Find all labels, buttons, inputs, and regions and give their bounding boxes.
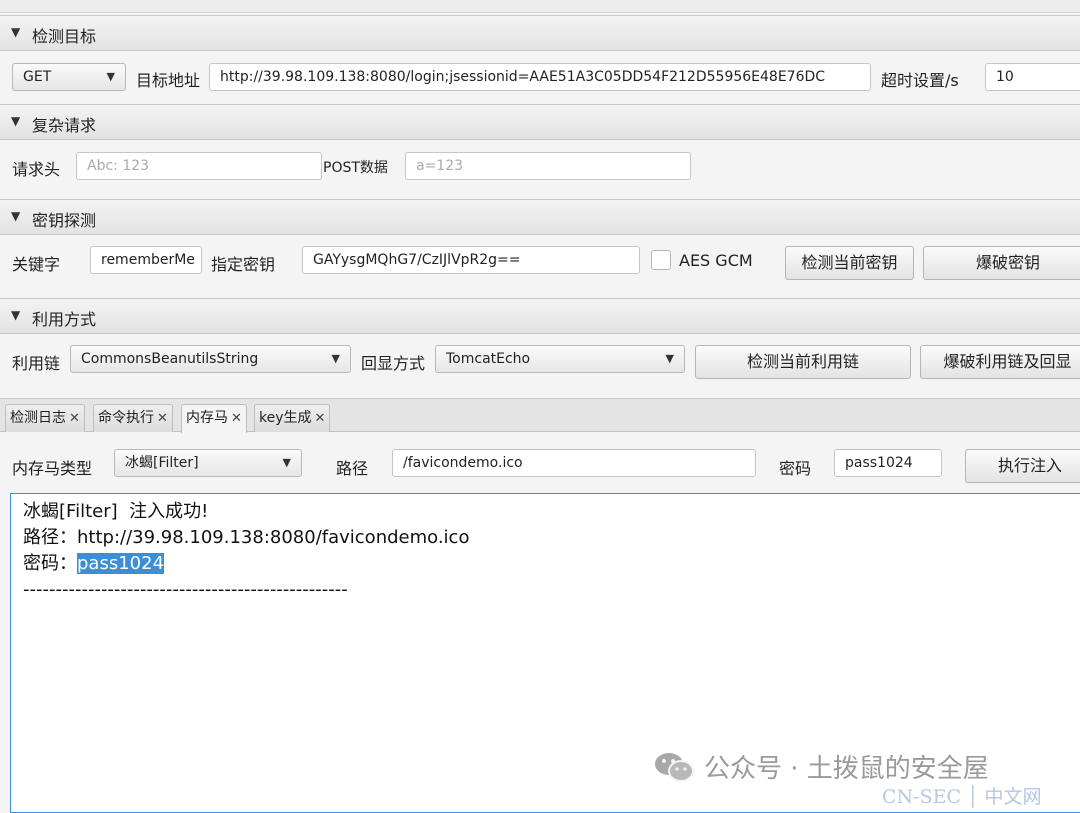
section-header-complex[interactable]: ▼ 复杂请求	[0, 104, 1080, 140]
section-title: 检测目标	[32, 27, 97, 46]
tab-memshell[interactable]: 内存马 ✕	[181, 404, 247, 433]
collapse-arrow-icon: ▼	[11, 308, 21, 322]
chain-select[interactable]: CommonsBeanutilsString ▼	[70, 345, 351, 373]
timeout-input[interactable]: 10	[985, 63, 1080, 91]
key-label: 指定密钥	[211, 255, 276, 274]
chain-value: CommonsBeanutilsString	[81, 351, 259, 367]
tab-bar: 检测日志 ✕ 命令执行 ✕ 内存马 ✕ key生成 ✕	[0, 398, 1080, 433]
tab-label: 检测日志	[10, 410, 66, 426]
section-title: 密钥探测	[32, 211, 97, 230]
tab-detect-log[interactable]: 检测日志 ✕	[5, 404, 85, 432]
collapse-arrow-icon: ▼	[11, 114, 21, 128]
chevron-down-icon: ▼	[331, 352, 340, 365]
wechat-icon	[655, 753, 694, 782]
section-header-target[interactable]: ▼ 检测目标	[0, 15, 1080, 51]
close-icon[interactable]: ✕	[315, 411, 326, 426]
keyword-input[interactable]: rememberMe	[90, 246, 202, 274]
path-input[interactable]: /favicondemo.ico	[392, 449, 756, 477]
chevron-down-icon: ▼	[106, 70, 115, 83]
collapse-arrow-icon: ▼	[11, 25, 21, 39]
chevron-down-icon: ▼	[665, 352, 674, 365]
output-line-path: 路径：http://39.98.109.138:8080/favicondemo…	[23, 527, 470, 548]
timeout-label: 超时设置/s	[881, 71, 959, 90]
tab-label: key生成	[259, 410, 312, 426]
tab-command-exec[interactable]: 命令执行 ✕	[93, 404, 173, 432]
method-select[interactable]: GET ▼	[12, 63, 126, 91]
echo-select[interactable]: TomcatEcho ▼	[435, 345, 685, 373]
watermark-text: 公众号 · 土拨鼠的安全屋	[704, 754, 989, 784]
selected-password-text: pass1024	[77, 553, 165, 574]
output-line-password: 密码：pass1024	[23, 551, 1077, 577]
brute-key-button[interactable]: 爆破密钥	[923, 246, 1080, 280]
output-password-prefix: 密码：	[23, 553, 77, 574]
section-header-exploit[interactable]: ▼ 利用方式	[0, 298, 1080, 334]
keyword-label: 关键字	[12, 255, 61, 274]
top-strip	[0, 0, 1080, 13]
echo-label: 回显方式	[361, 354, 426, 373]
header-label: 请求头	[12, 160, 61, 179]
aes-gcm-label: AES GCM	[679, 251, 753, 270]
collapse-arrow-icon: ▼	[11, 209, 21, 223]
tab-label: 命令执行	[98, 410, 154, 426]
section-title: 利用方式	[32, 310, 97, 329]
memshell-type-label: 内存马类型	[12, 459, 93, 478]
url-input[interactable]: http://39.98.109.138:8080/login;jsession…	[209, 63, 871, 91]
path-label: 路径	[336, 459, 369, 478]
chevron-down-icon: ▼	[282, 456, 291, 469]
chain-label: 利用链	[12, 354, 61, 373]
tab-label: 内存马	[186, 410, 228, 426]
echo-value: TomcatEcho	[446, 351, 531, 367]
post-input[interactable]: a=123	[405, 152, 691, 180]
output-line-separator: ----------------------------------------…	[23, 579, 348, 600]
method-value: GET	[23, 69, 52, 85]
close-icon[interactable]: ✕	[69, 411, 80, 426]
header-input[interactable]: Abc: 123	[76, 152, 322, 180]
check-chain-button[interactable]: 检测当前利用链	[695, 345, 911, 379]
password-input[interactable]: pass1024	[834, 449, 942, 477]
site-watermark: CN-SEC │ 中文网	[882, 786, 1042, 808]
inject-button[interactable]: 执行注入	[965, 449, 1080, 483]
section-title: 复杂请求	[32, 116, 97, 135]
close-icon[interactable]: ✕	[231, 411, 242, 426]
memshell-type-value: 冰蝎[Filter]	[125, 455, 199, 471]
check-key-button[interactable]: 检测当前密钥	[785, 246, 914, 280]
section-header-key[interactable]: ▼ 密钥探测	[0, 199, 1080, 235]
url-label: 目标地址	[136, 71, 201, 90]
output-line-status: 冰蝎[Filter] 注入成功!	[23, 501, 209, 522]
password-label: 密码	[779, 459, 812, 478]
aes-gcm-checkbox[interactable]	[651, 250, 671, 270]
close-icon[interactable]: ✕	[157, 411, 168, 426]
key-input[interactable]: GAYysgMQhG7/CzIJlVpR2g==	[302, 246, 640, 274]
brute-chain-button[interactable]: 爆破利用链及回显	[920, 345, 1080, 379]
memshell-type-select[interactable]: 冰蝎[Filter] ▼	[114, 449, 302, 477]
tab-key-gen[interactable]: key生成 ✕	[254, 404, 331, 432]
post-label: POST数据	[323, 160, 388, 176]
